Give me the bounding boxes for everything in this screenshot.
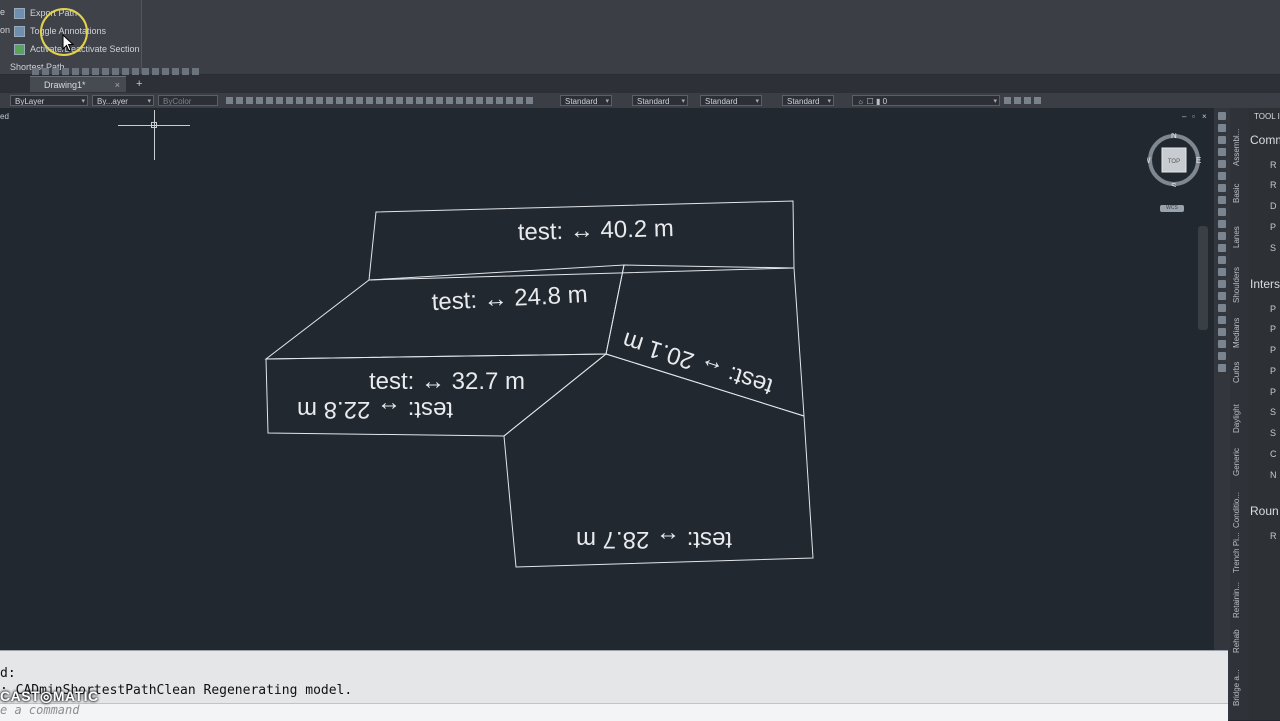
tool-icon [1218,232,1226,240]
tool-icon [1218,220,1226,228]
tool-icon [1218,316,1226,324]
segment-label: test: ↔ 24.8 m [431,281,588,316]
tool-icon [1218,244,1226,252]
tool-icon [1218,280,1226,288]
tool-icon [1218,328,1226,336]
tool-icon [1218,352,1226,360]
palette-item[interactable]: P [1270,222,1276,232]
palette-item[interactable]: R [1270,160,1277,170]
palette-section-heading: Roun [1250,504,1279,518]
palette-tabs: Assembl... Basic Lanes Shoulders Medians… [1230,108,1249,720]
recorder-watermark: CAST◎MATIC [0,688,99,704]
tool-icon [1218,184,1226,192]
tool-icon [1218,364,1226,372]
compass-south[interactable]: S [1171,182,1176,187]
tab-curbs[interactable]: Curbs [1232,362,1241,383]
palette-title: TOOL I [1254,112,1280,121]
tool-icon [1218,256,1226,264]
tool-icon [1218,196,1226,204]
drawing-linework: test: ↔ 40.2 m test: ↔ 24.8 m test: ↔ 20… [264,200,814,568]
palette-item[interactable]: S [1270,407,1276,417]
tool-icon [1218,292,1226,300]
palette-item[interactable]: D [1270,201,1277,211]
tab-shoulders[interactable]: Shoulders [1232,267,1241,303]
palette-item[interactable]: P [1270,304,1276,314]
segment-label: test: ↔ 20.1 m [619,326,776,400]
compass-east[interactable]: E [1196,156,1201,165]
tool-strip[interactable] [1214,108,1230,720]
command-input[interactable] [0,703,1228,721]
navigation-bar[interactable] [1198,226,1208,330]
segment-label: test: ↔ 40.2 m [517,215,674,246]
tab-trench-pipes[interactable]: Trench Pi... [1232,532,1241,573]
palette-item[interactable]: P [1270,366,1276,376]
tab-assemblies[interactable]: Assembl... [1232,129,1241,166]
palette-item[interactable]: N [1270,470,1277,480]
tool-icon [1218,208,1226,216]
tool-icon [1218,340,1226,348]
tool-icon [1218,136,1226,144]
tool-icon [1218,268,1226,276]
command-history-line: d: [0,666,16,681]
palette-item[interactable]: P [1270,324,1276,334]
tab-generic[interactable]: Generic [1232,448,1241,476]
palette-item[interactable]: P [1270,345,1276,355]
tab-medians[interactable]: Medians [1232,318,1241,348]
palette-item[interactable]: C [1270,449,1277,459]
tab-rehab[interactable]: Rehab [1232,629,1241,653]
tool-icon [1218,148,1226,156]
palette-section-heading: Comm [1250,133,1280,147]
tool-icon [1218,304,1226,312]
segment-label: test: ↔ 22.8 m [297,396,453,423]
palette-item[interactable]: R [1270,531,1277,541]
tab-basic[interactable]: Basic [1232,183,1241,203]
tab-lanes[interactable]: Lanes [1232,226,1241,248]
segment-label: test: ↔ 32.7 m [369,368,525,395]
viewcube-top-label[interactable]: TOP [1168,159,1180,165]
tool-icon [1218,112,1226,120]
palette-item[interactable]: S [1270,428,1276,438]
tool-icon [1218,160,1226,168]
tool-icon [1218,172,1226,180]
compass-west[interactable]: W [1147,156,1151,165]
ucs-menu[interactable]: WCS [1160,205,1184,212]
palette-item[interactable]: P [1270,387,1276,397]
segment-label: test: ↔ 28.7 m [576,526,732,553]
tab-daylight[interactable]: Daylight [1232,404,1241,433]
tab-bridge[interactable]: Bridge a... [1232,670,1241,706]
tab-conditional[interactable]: Conditio... [1232,492,1241,528]
palette-section-heading: Inters [1250,277,1280,291]
command-placeholder: e a command [0,703,80,717]
tab-retaining[interactable]: Retainin... [1232,582,1241,618]
viewcube[interactable]: TOP N S W E [1147,133,1201,187]
compass-north[interactable]: N [1171,133,1177,140]
palette-item[interactable]: R [1270,180,1277,190]
palette-item[interactable]: S [1270,243,1276,253]
tool-icon [1218,124,1226,132]
